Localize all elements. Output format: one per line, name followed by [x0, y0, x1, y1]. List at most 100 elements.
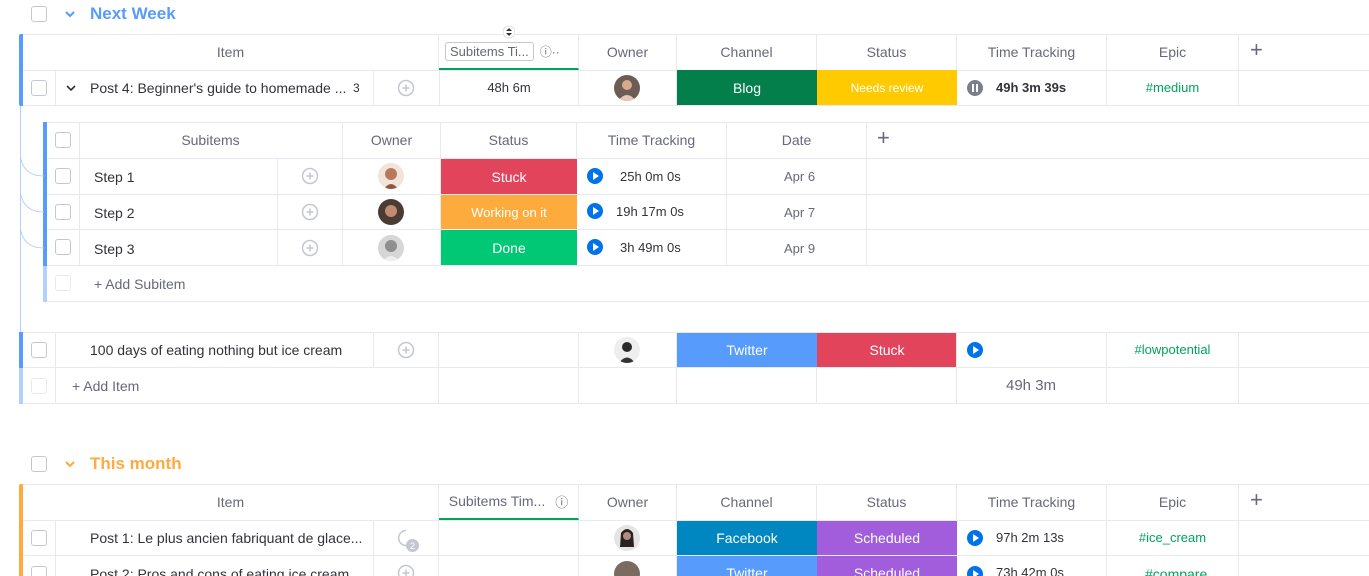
group-select-checkbox[interactable] — [31, 456, 47, 472]
time-tracking-value[interactable]: 73h 42m 0s — [996, 565, 1064, 576]
play-icon[interactable] — [967, 342, 983, 358]
play-icon[interactable] — [587, 239, 603, 255]
subitem-date[interactable]: Apr 6 — [784, 169, 815, 184]
add-subitem-button[interactable]: + Add Subitem — [94, 276, 185, 292]
column-header-time-tracking[interactable]: Time Tracking — [957, 484, 1107, 520]
info-icon[interactable]: ⓘ·· — [540, 43, 560, 60]
status-label[interactable]: Stuck — [817, 333, 957, 367]
item-name[interactable]: 100 days of eating nothing but ice cream — [90, 342, 342, 358]
subitem-time-value[interactable]: 19h 17m 0s — [616, 204, 684, 219]
play-icon[interactable] — [967, 530, 983, 546]
subitem-time-value[interactable]: 25h 0m 0s — [620, 169, 681, 184]
time-tracking-value[interactable]: 97h 2m 13s — [996, 530, 1064, 545]
row-checkbox[interactable] — [31, 530, 47, 546]
subitem-date[interactable]: Apr 7 — [784, 205, 815, 220]
time-tracking-value[interactable]: 49h 3m 39s — [996, 80, 1066, 95]
add-column-plus-icon[interactable]: + — [1250, 487, 1263, 513]
column-header-channel[interactable]: Channel — [677, 34, 817, 70]
play-icon[interactable] — [587, 168, 603, 184]
column-name-editor[interactable]: Subitems Ti... — [445, 41, 534, 61]
avatar[interactable] — [614, 561, 640, 576]
avatar[interactable] — [378, 199, 404, 225]
avatar[interactable] — [614, 337, 640, 363]
row-checkbox[interactable] — [31, 342, 47, 358]
column-header-owner[interactable]: Owner — [579, 34, 677, 70]
column-header-time-tracking[interactable]: Time Tracking — [957, 34, 1107, 70]
conversation-count-badge[interactable]: 2 — [406, 539, 419, 552]
subitem-name[interactable]: Step 1 — [94, 169, 134, 185]
column-header-item[interactable]: Item — [23, 484, 439, 520]
conversation-icon[interactable] — [300, 238, 320, 258]
subitems-header-date[interactable]: Date — [727, 122, 867, 158]
avatar[interactable] — [614, 525, 640, 551]
subitem-date[interactable]: Apr 9 — [784, 241, 815, 256]
item-name[interactable]: Post 2: Pros and cons of eating ice crea… — [90, 566, 361, 576]
subitem-name[interactable]: Step 2 — [94, 205, 134, 221]
subitem-color-bar-light — [43, 266, 47, 302]
subitem-status-label[interactable]: Done — [441, 230, 577, 265]
subitem-select-checkbox[interactable] — [55, 132, 71, 148]
chevron-down-icon[interactable] — [64, 458, 76, 470]
subitems-header[interactable]: Subitems — [79, 122, 343, 158]
subitem-checkbox[interactable] — [55, 239, 71, 255]
column-header-status[interactable]: Status — [817, 34, 957, 70]
subitem-status-label[interactable]: Stuck — [441, 159, 577, 194]
column-header-label[interactable]: Subitems Tim... — [449, 493, 545, 509]
status-label[interactable]: Needs review — [817, 70, 957, 105]
add-item-button[interactable]: + Add Item — [72, 378, 139, 394]
chevron-down-icon[interactable] — [64, 8, 76, 20]
epic-tag[interactable]: #ice_cream — [1107, 520, 1239, 555]
play-icon[interactable] — [967, 566, 983, 576]
status-label[interactable]: Scheduled — [817, 556, 957, 576]
conversation-icon[interactable] — [300, 202, 320, 222]
conversation-icon[interactable] — [396, 563, 416, 576]
group-title[interactable]: This month — [90, 454, 182, 474]
column-header-subitems-time[interactable]: Subitems Tim... ⓘ — [439, 484, 579, 520]
time-tracking-summary: 49h 3m — [1006, 377, 1057, 394]
group-title[interactable]: Next Week — [90, 4, 176, 24]
channel-label[interactable]: Twitter — [677, 556, 817, 576]
group-select-checkbox[interactable] — [31, 6, 47, 22]
column-header-channel[interactable]: Channel — [677, 484, 817, 520]
chevron-down-icon[interactable] — [65, 82, 77, 94]
avatar[interactable] — [614, 75, 640, 101]
play-icon[interactable] — [587, 203, 603, 219]
column-header-subitems-time[interactable]: Subitems Ti... ⓘ·· — [439, 34, 579, 70]
epic-tag[interactable]: #lowpotential — [1107, 332, 1239, 367]
subitems-header-status[interactable]: Status — [441, 122, 577, 158]
subitems-header-time-tracking[interactable]: Time Tracking — [577, 122, 727, 158]
row-checkbox[interactable] — [31, 80, 47, 96]
epic-tag[interactable]: #medium — [1107, 70, 1239, 105]
item-name[interactable]: Post 1: Le plus ancien fabriquant de gla… — [90, 530, 362, 546]
subitem-count-badge[interactable]: 3 — [353, 81, 360, 95]
avatar[interactable] — [378, 163, 404, 189]
add-subitem-column-plus-icon[interactable]: + — [877, 125, 890, 151]
subitem-name[interactable]: Step 3 — [94, 241, 134, 257]
column-header-epic[interactable]: Epic — [1107, 484, 1239, 520]
add-column-plus-icon[interactable]: + — [1250, 37, 1263, 63]
column-header-epic[interactable]: Epic — [1107, 34, 1239, 70]
subitem-checkbox[interactable] — [55, 168, 71, 184]
conversation-icon[interactable] — [396, 78, 416, 98]
epic-tag[interactable]: #compare — [1145, 566, 1207, 576]
channel-label[interactable]: Blog — [677, 70, 817, 105]
info-icon[interactable]: ⓘ — [555, 492, 568, 511]
resize-icon[interactable] — [503, 25, 515, 39]
avatar[interactable] — [378, 235, 404, 261]
pause-icon[interactable] — [967, 80, 983, 96]
column-header-owner[interactable]: Owner — [579, 484, 677, 520]
channel-label[interactable]: Facebook — [677, 521, 817, 555]
subitem-checkbox[interactable] — [55, 204, 71, 220]
subitems-header-owner[interactable]: Owner — [343, 122, 441, 158]
subitems-time-cell[interactable]: 48h 6m — [439, 70, 579, 105]
subitem-status-label[interactable]: Working on it — [441, 195, 577, 229]
item-name[interactable]: Post 4: Beginner's guide to homemade ... — [90, 80, 346, 96]
column-header-status[interactable]: Status — [817, 484, 957, 520]
column-header-item[interactable]: Item — [23, 34, 439, 70]
conversation-icon[interactable] — [300, 166, 320, 186]
conversation-icon[interactable] — [396, 340, 416, 360]
row-checkbox[interactable] — [31, 566, 47, 576]
subitem-time-value[interactable]: 3h 49m 0s — [620, 240, 681, 255]
status-label[interactable]: Scheduled — [817, 521, 957, 555]
channel-label[interactable]: Twitter — [677, 333, 817, 367]
